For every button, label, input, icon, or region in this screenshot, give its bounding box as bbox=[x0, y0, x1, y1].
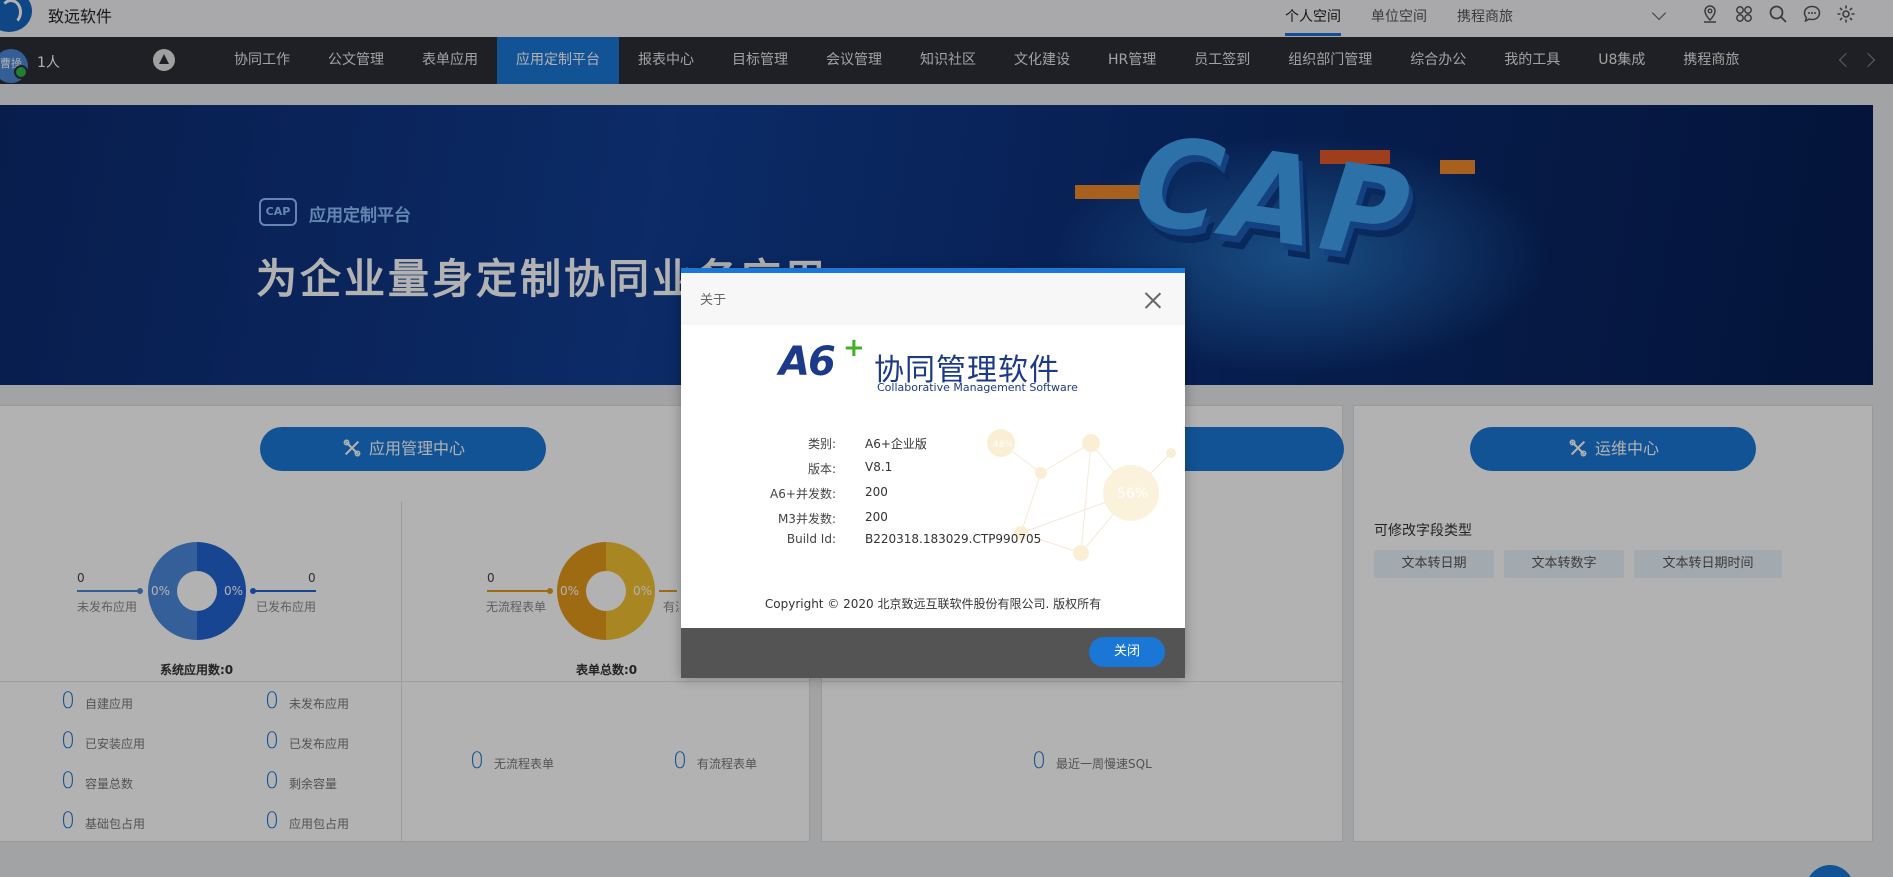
info-key: A6+并发数: bbox=[770, 487, 836, 501]
m3-concurrency-value: 200 bbox=[865, 510, 888, 524]
brand-english-name: Collaborative Management Software bbox=[877, 381, 1078, 394]
version-value: V8.1 bbox=[865, 460, 893, 474]
watermark-pct-small: 48% bbox=[993, 440, 1013, 450]
dialog-header: 关于 bbox=[681, 273, 1185, 325]
a6-concurrency-value: 200 bbox=[865, 485, 888, 499]
watermark-network-graphic: 48% 56% bbox=[987, 429, 1176, 561]
dialog-footer: 关闭 bbox=[681, 628, 1185, 678]
info-key: Build Id: bbox=[786, 532, 836, 546]
copyright-text: Copyright © 2020 北京致远互联软件股份有限公司. 版权所有 bbox=[764, 597, 1102, 611]
close-button[interactable]: 关闭 bbox=[1089, 637, 1165, 667]
dialog-title: 关于 bbox=[700, 293, 727, 308]
watermark-pct-big: 56% bbox=[1117, 486, 1148, 502]
brand-logo-a6: A6 bbox=[779, 339, 836, 385]
info-key: 版本: bbox=[807, 462, 836, 476]
info-key: M3并发数: bbox=[777, 512, 836, 526]
edition-value: A6+企业版 bbox=[865, 437, 927, 451]
close-icon[interactable] bbox=[1144, 291, 1162, 309]
brand-logo-plus: + bbox=[843, 333, 865, 363]
about-dialog: 关于 A6 + 协同管理软件 Collaborative Management … bbox=[681, 268, 1185, 678]
build-id-value: B220318.183029.CTP990705 bbox=[865, 532, 1042, 546]
info-key: 类别: bbox=[807, 437, 836, 451]
